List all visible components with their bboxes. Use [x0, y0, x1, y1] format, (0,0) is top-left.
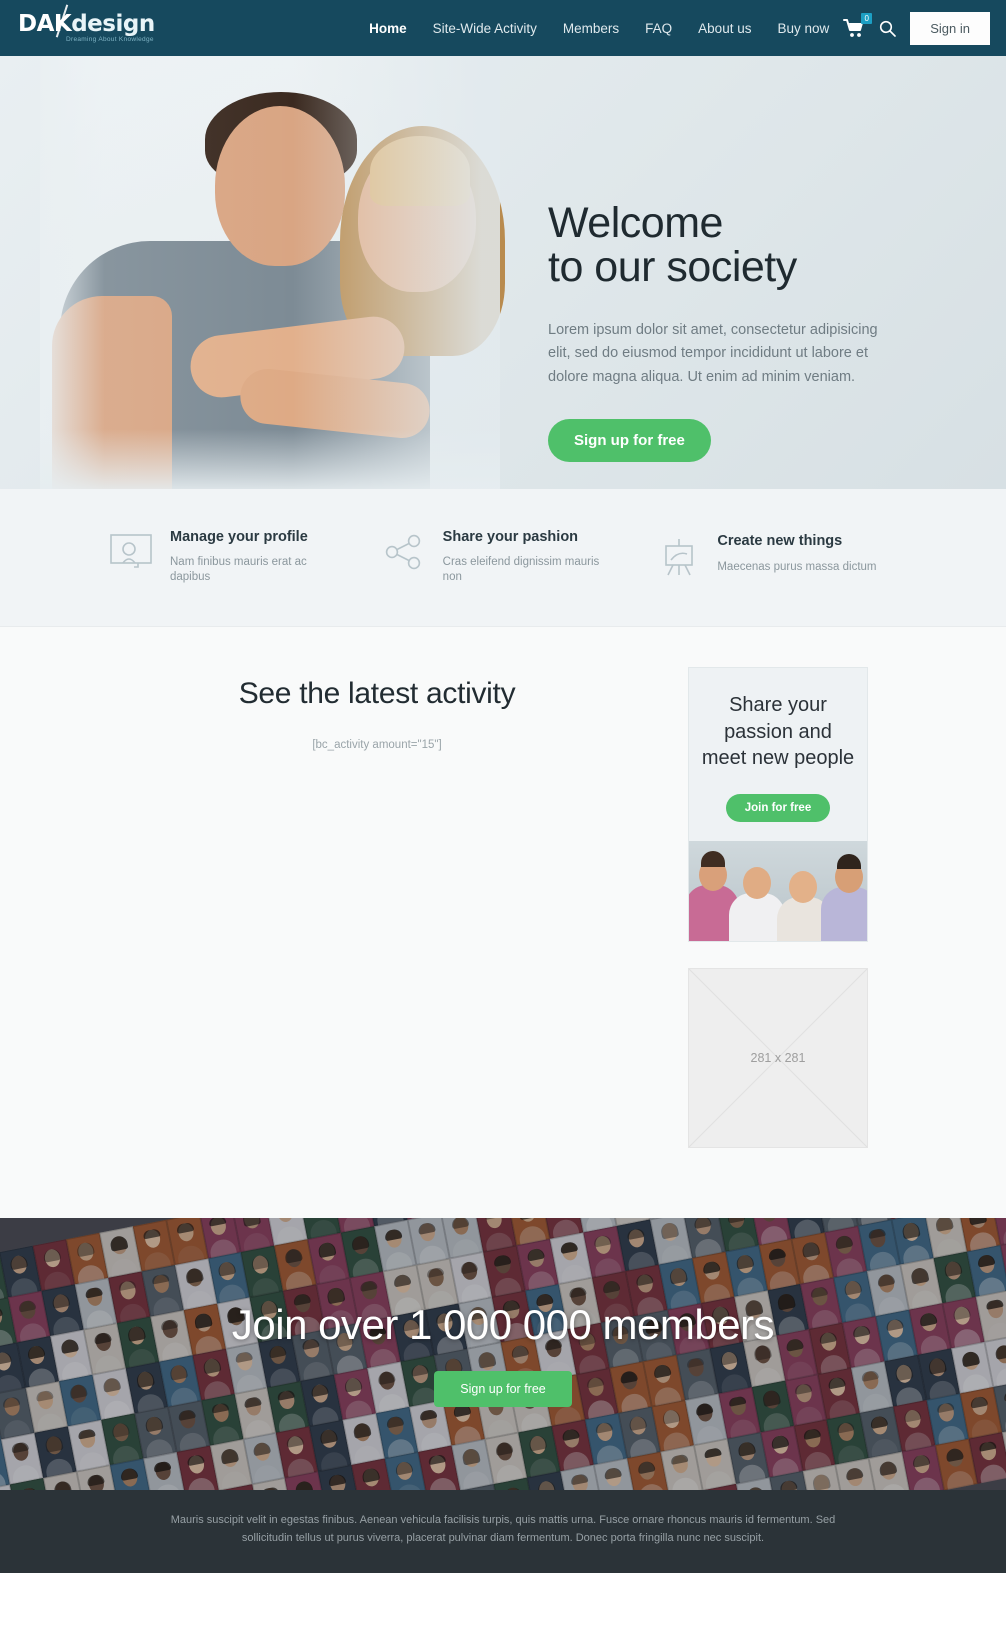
sign-in-button[interactable]: Sign in — [910, 11, 990, 45]
feature-description: Cras eleifend dignissim mauris non — [442, 556, 600, 584]
sidebar: Share your passion and meet new people J… — [688, 667, 868, 1148]
feature-title: Share your pashion — [442, 528, 579, 545]
activity-main-column: See the latest activity [bc_activity amo… — [108, 667, 638, 751]
activity-section: See the latest activity [bc_activity amo… — [0, 627, 1006, 1218]
nav-item-site-wide-activity[interactable]: Site-Wide Activity — [433, 21, 537, 36]
feature-description: Maecenas purus massa dictum — [717, 560, 877, 573]
logo-primary-text: DAK — [18, 10, 72, 37]
hero-section: Welcome to our society Lorem ipsum dolor… — [0, 56, 1006, 489]
profile-card-icon — [110, 534, 152, 573]
feature-title: Manage your profile — [170, 528, 308, 545]
site-header: DAKdesign Dreaming About Knowledge Home … — [0, 0, 1006, 56]
hero-couple-photo — [40, 56, 505, 489]
features-section: Manage your profile Nam finibus mauris e… — [0, 489, 1006, 627]
hero-title: Welcome to our society — [548, 201, 948, 290]
logo-tagline: Dreaming About Knowledge — [66, 35, 154, 43]
cta-signup-button[interactable]: Sign up for free — [434, 1370, 572, 1407]
logo-wordmark: DAKdesign — [18, 10, 168, 37]
activity-shortcode-text: [bc_activity amount="15"] — [312, 739, 442, 751]
cta-banner-section: Join over 1 000 000 members Sign up for … — [0, 1217, 1006, 1490]
nav-item-members[interactable]: Members — [563, 21, 619, 36]
site-logo[interactable]: DAKdesign Dreaming About Knowledge — [18, 4, 168, 48]
image-placeholder: 281 x 281 — [688, 967, 868, 1148]
cta-banner-title: Join over 1 000 000 members — [231, 1300, 775, 1348]
hero-title-line-1: Welcome — [548, 199, 723, 247]
site-footer: Mauris suscipit velit in egestas finibus… — [0, 1489, 1006, 1574]
nav-item-faq[interactable]: FAQ — [645, 21, 672, 36]
feature-create-new-things: Create new things Maecenas purus massa d… — [659, 534, 896, 581]
easel-board-icon — [659, 538, 699, 581]
promo-group-photo — [689, 840, 867, 941]
nav-item-home[interactable]: Home — [369, 21, 407, 36]
nav-item-about-us[interactable]: About us — [698, 21, 751, 36]
feature-manage-your-profile: Manage your profile Nam finibus mauris e… — [110, 530, 347, 585]
footer-text: Mauris suscipit velit in egestas finibus… — [170, 1513, 836, 1544]
feature-description: Nam finibus mauris erat ac dapibus — [170, 556, 307, 584]
share-nodes-icon — [385, 534, 425, 575]
promo-heading: Share your passion and meet new people — [701, 694, 855, 770]
hero-title-line-2: to our society — [548, 243, 797, 292]
hero-content: Welcome to our society Lorem ipsum dolor… — [548, 201, 948, 463]
hero-paragraph: Lorem ipsum dolor sit amet, consectetur … — [548, 321, 878, 385]
placeholder-dimensions-label: 281 x 281 — [750, 1050, 806, 1065]
feature-title: Create new things — [717, 533, 843, 549]
logo-secondary-text: design — [71, 10, 155, 37]
nav-item-buy-now[interactable]: Buy now — [777, 21, 829, 36]
promo-join-button[interactable]: Join for free — [725, 793, 831, 822]
main-navigation: Home Site-Wide Activity Members FAQ Abou… — [369, 21, 829, 36]
search-icon[interactable] — [879, 20, 897, 37]
cart-count-badge: 0 — [861, 13, 873, 24]
activity-heading: See the latest activity — [238, 677, 516, 710]
promo-widget: Share your passion and meet new people J… — [688, 667, 868, 942]
feature-share-your-pashion: Share your pashion Cras eleifend digniss… — [385, 530, 622, 585]
hero-signup-button[interactable]: Sign up for free — [548, 419, 711, 463]
cart-button[interactable]: 0 — [843, 13, 873, 38]
header-tools: 0 — [843, 13, 897, 38]
